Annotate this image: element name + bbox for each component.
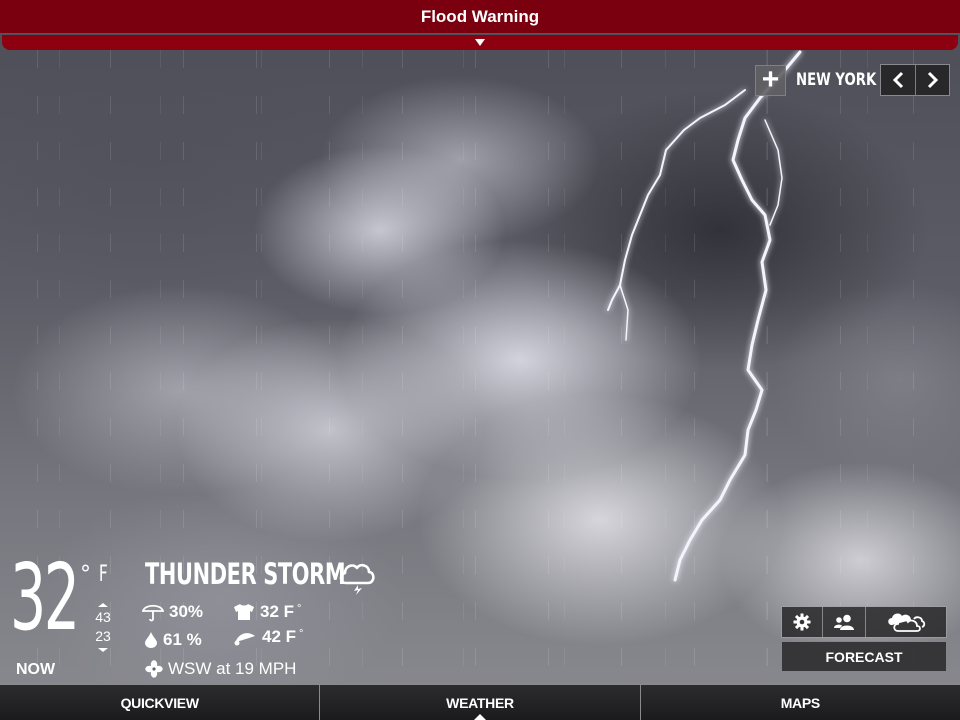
plus-icon: + [761, 63, 780, 96]
city-navigation: + NEW YORK [755, 64, 950, 96]
fan-icon [145, 660, 163, 678]
alert-expand-button[interactable] [2, 35, 958, 50]
high-arrow-icon [98, 603, 108, 607]
temperature-unit: ° F [80, 564, 110, 586]
low-temperature: 23 [95, 628, 111, 644]
humidity: 61 % [144, 630, 202, 650]
city-pager [880, 64, 950, 96]
forecast-button[interactable]: FORECAST [781, 641, 947, 672]
wind: WSW at 19 MPH [145, 659, 296, 679]
low-arrow-icon [98, 648, 108, 652]
triangle-down-icon [475, 39, 485, 46]
precip-chance-value: 30% [169, 602, 204, 621]
dew-point: 42 F ° [233, 627, 303, 647]
add-city-button[interactable]: + [755, 63, 786, 96]
gear-icon [793, 613, 811, 631]
water-drop-icon [145, 632, 157, 648]
precip-chance: 30% [142, 602, 203, 622]
umbrella-icon [142, 604, 164, 622]
tab-label: MAPS [780, 694, 821, 711]
high-temperature: 43 [95, 609, 111, 625]
previous-city-button[interactable] [881, 65, 915, 95]
bottom-tab-bar: QUICKVIEW WEATHER MAPS [0, 684, 960, 720]
now-label: NOW [16, 661, 56, 678]
current-temperature: 32 [10, 544, 80, 651]
tab-label: WEATHER [446, 694, 514, 711]
social-button[interactable] [822, 607, 865, 637]
tab-label: QUICKVIEW [120, 694, 200, 711]
humidity-value: 61 % [163, 630, 202, 649]
chevron-left-icon [892, 71, 904, 89]
feels-like-value: 32 F [260, 602, 295, 621]
city-name: NEW YORK [796, 70, 877, 90]
high-low-temps: 43 23 [92, 603, 114, 652]
alert-title: Flood Warning [420, 7, 540, 26]
shirt-icon [234, 604, 254, 620]
weather-layers-button[interactable] [865, 607, 946, 637]
clouds-icon [888, 613, 926, 632]
degree-symbol: ° [80, 562, 91, 587]
unit-label: F [98, 562, 108, 587]
leaf-icon [234, 633, 255, 646]
active-tab-indicator [473, 714, 486, 720]
settings-button[interactable] [782, 607, 822, 637]
control-buttons [781, 606, 947, 638]
next-city-button[interactable] [915, 65, 949, 95]
tab-maps[interactable]: MAPS [639, 685, 960, 720]
cloud-lightning-icon [339, 563, 375, 595]
degree-symbol: ° [297, 603, 302, 615]
dew-point-value: 42 F [262, 627, 297, 646]
feels-like: 32 F ° [233, 602, 301, 622]
tab-weather[interactable]: WEATHER [319, 685, 639, 720]
condition-title: THUNDER STORM [145, 557, 346, 591]
degree-symbol: ° [299, 628, 304, 640]
tab-quickview[interactable]: QUICKVIEW [0, 685, 319, 720]
people-icon [834, 614, 854, 630]
wind-value: WSW at 19 MPH [168, 659, 297, 678]
chevron-right-icon [927, 71, 938, 89]
flood-warning-banner[interactable]: Flood Warning [0, 0, 960, 34]
